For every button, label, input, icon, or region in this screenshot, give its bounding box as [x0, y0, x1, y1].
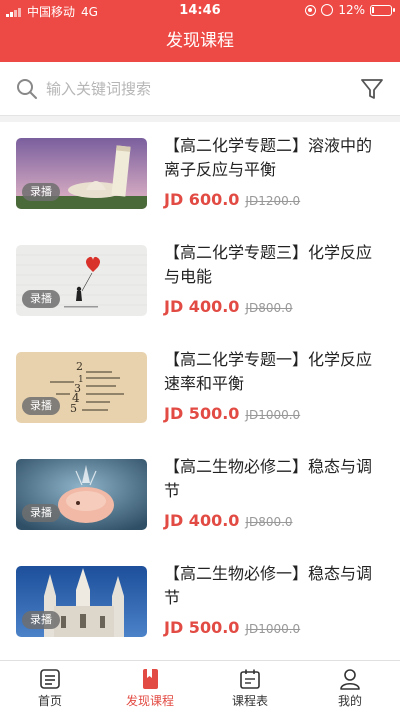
search-input[interactable] [46, 80, 326, 98]
piggy-bank-illustration: 录播 [16, 459, 147, 530]
rotation-lock-icon [305, 4, 317, 16]
user-icon [340, 669, 360, 690]
search-icon [17, 79, 37, 99]
tab-label: 首页 [37, 694, 62, 708]
course-original-price: JD800.0 [245, 515, 293, 529]
home-icon [40, 669, 60, 689]
tab-home[interactable]: 首页 [0, 661, 100, 710]
number-typography-art: 2 1 3 4 5 录播 [16, 352, 147, 423]
cathedral-photo: 录播 [16, 566, 147, 637]
bottom-tab-bar: 首页 发现课程 课程表 我的 [0, 660, 400, 710]
recorded-tag: 录播 [22, 611, 60, 629]
course-price: JD 400.0 [164, 297, 240, 316]
tab-label: 我的 [337, 694, 362, 708]
alarm-icon [321, 4, 334, 16]
tab-label: 发现课程 [125, 694, 174, 708]
leaning-tower-photo: 录播 [16, 138, 147, 209]
battery-fill [372, 6, 374, 13]
course-title: 【高二生物必修一】稳态与调节 [164, 564, 373, 607]
course-original-price: JD1000.0 [245, 408, 301, 422]
tab-profile[interactable]: 我的 [300, 661, 400, 710]
recorded-tag: 录播 [22, 504, 60, 522]
battery-percent: 12% [338, 3, 365, 17]
course-price: JD 400.0 [164, 511, 240, 530]
course-title: 【高二生物必修二】稳态与调节 [164, 457, 373, 500]
course-item[interactable]: 录播 【高二生物必修一】稳态与调节 JD 500.0 JD1000.0 [0, 550, 400, 657]
course-price: JD 500.0 [164, 618, 240, 637]
course-item[interactable]: 录播 【高二生物必修二】稳态与调节 JD 400.0 JD800.0 [0, 443, 400, 550]
course-original-price: JD1200.0 [245, 194, 301, 208]
search-bar [0, 62, 400, 116]
page-title: 发现课程 [0, 22, 400, 62]
bookmark-book-icon [143, 669, 158, 689]
course-price: JD 500.0 [164, 404, 240, 423]
tab-discover[interactable]: 发现课程 [100, 661, 200, 710]
course-item[interactable]: 录播 【高二化学专题二】溶液中的离子反应与平衡 JD 600.0 JD1200.… [0, 122, 400, 229]
course-original-price: JD1000.0 [245, 622, 301, 636]
svg-text:2: 2 [76, 360, 83, 373]
course-title: 【高二化学专题一】化学反应速率和平衡 [164, 350, 373, 393]
course-price: JD 600.0 [164, 190, 240, 209]
search-field[interactable] [16, 75, 336, 103]
course-original-price: JD800.0 [245, 301, 293, 315]
course-item[interactable]: 录播 【高二化学专题三】化学反应与电能 JD 400.0 JD800.0 [0, 229, 400, 336]
battery-icon [370, 4, 395, 16]
filter-icon[interactable] [360, 77, 384, 101]
tab-schedule[interactable]: 课程表 [200, 661, 300, 710]
recorded-tag: 录播 [22, 183, 60, 201]
recorded-tag: 录播 [22, 397, 60, 415]
status-bar: 中国移动 4G 14:46 12% [0, 0, 400, 22]
schedule-icon [240, 669, 260, 689]
course-item[interactable]: 2 1 3 4 5 录播 【高二化学专题一】化学反应速率和平衡 JD 500.0… [0, 336, 400, 443]
course-list: 录播 【高二化学专题二】溶液中的离子反应与平衡 JD 600.0 JD1200.… [0, 122, 400, 660]
recorded-tag: 录播 [22, 290, 60, 308]
balloon-girl-artwork: 录播 [16, 245, 147, 316]
course-title: 【高二化学专题三】化学反应与电能 [164, 243, 373, 286]
course-title: 【高二化学专题二】溶液中的离子反应与平衡 [164, 136, 373, 179]
svg-text:5: 5 [70, 402, 77, 415]
tab-label: 课程表 [231, 694, 268, 708]
